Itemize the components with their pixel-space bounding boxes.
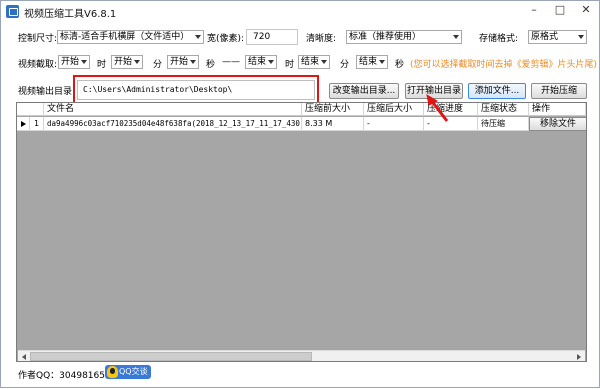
sec-label-2: 秒 bbox=[395, 60, 405, 70]
column-header-filename[interactable]: 文件名 bbox=[44, 103, 302, 116]
chevron-down-icon bbox=[190, 60, 196, 64]
end-sec-value: 结束 bbox=[359, 57, 378, 67]
end-sec-select[interactable]: 结束 bbox=[356, 55, 388, 69]
qq-chat-label: QQ交谈 bbox=[119, 367, 148, 376]
title-bar: 视频压缩工具V6.8.1 – □ ✕ bbox=[1, 1, 599, 23]
hour-label-2: 时 bbox=[285, 60, 295, 70]
row-pointer-icon bbox=[21, 121, 26, 127]
open-output-dir-button[interactable]: 打开输出目录 bbox=[405, 83, 463, 99]
window-title: 视频压缩工具V6.8.1 bbox=[24, 9, 117, 20]
column-header-progress[interactable]: 压缩进度 bbox=[424, 103, 478, 116]
end-min-select[interactable]: 结束 bbox=[298, 55, 330, 69]
width-field[interactable]: 720 bbox=[246, 29, 298, 45]
chevron-down-icon bbox=[268, 60, 274, 64]
author-qq-text: 作者QQ：3049816538 bbox=[18, 371, 117, 381]
table-header: 文件名 压缩前大小 压缩后大小 压缩进度 压缩状态 操作 bbox=[17, 103, 586, 116]
start-min-select[interactable]: 开始 bbox=[111, 55, 143, 69]
output-dir-label: 视频输出目录: bbox=[18, 87, 76, 97]
remove-file-button[interactable]: 移除文件 bbox=[529, 117, 586, 131]
start-sec-select[interactable]: 开始 bbox=[167, 55, 199, 69]
chevron-down-icon bbox=[195, 35, 201, 39]
scroll-left-icon[interactable] bbox=[19, 352, 29, 361]
close-icon[interactable]: ✕ bbox=[573, 1, 599, 19]
end-hour-select[interactable]: 结束 bbox=[245, 55, 277, 69]
chevron-down-icon bbox=[321, 60, 327, 64]
end-min-value: 结束 bbox=[301, 57, 320, 67]
clip-hint-text: (您可以选择截取时间去掉《爱剪辑》片头片尾) bbox=[410, 60, 598, 70]
row-index: 1 bbox=[30, 117, 44, 131]
clarity-select[interactable]: 标准（推荐使用） bbox=[346, 30, 462, 44]
app-icon bbox=[6, 5, 19, 18]
row-filename: da9a4996c03acf710235d04e48f638fa(2018_12… bbox=[44, 117, 302, 131]
file-list-table: 文件名 压缩前大小 压缩后大小 压缩进度 压缩状态 操作 1 da9a4996c… bbox=[16, 102, 587, 362]
start-sec-value: 开始 bbox=[170, 57, 189, 67]
column-header-size-before[interactable]: 压缩前大小 bbox=[302, 103, 364, 116]
start-min-value: 开始 bbox=[114, 57, 133, 67]
row-size-before: 8.33 M bbox=[302, 117, 364, 131]
scrollbar-thumb[interactable] bbox=[30, 352, 312, 361]
app-window: 视频压缩工具V6.8.1 – □ ✕ 控制尺寸: 标清-适合手机横屏（文件适中）… bbox=[0, 0, 600, 388]
minimize-icon[interactable]: – bbox=[521, 1, 547, 19]
format-select-value: 原格式 bbox=[531, 32, 559, 42]
chevron-down-icon bbox=[578, 35, 584, 39]
clarity-label: 清晰度: bbox=[306, 34, 337, 44]
hour-label: 时 bbox=[97, 60, 107, 70]
sec-label: 秒 bbox=[206, 60, 216, 70]
highlight-box bbox=[73, 75, 319, 104]
range-dash: —— bbox=[222, 57, 240, 67]
min-label: 分 bbox=[153, 60, 163, 70]
chevron-down-icon bbox=[134, 60, 140, 64]
start-hour-select[interactable]: 开始 bbox=[58, 55, 90, 69]
size-select[interactable]: 标清-适合手机横屏（文件适中） bbox=[57, 30, 204, 44]
size-label: 控制尺寸: bbox=[18, 34, 58, 44]
start-compress-button[interactable]: 开始压缩 bbox=[531, 83, 587, 99]
row-selector[interactable] bbox=[17, 117, 30, 131]
qq-chat-button[interactable]: QQ交谈 bbox=[105, 365, 151, 379]
row-progress: - bbox=[424, 117, 478, 131]
column-header-status[interactable]: 压缩状态 bbox=[478, 103, 529, 116]
scroll-right-icon[interactable] bbox=[574, 352, 584, 361]
end-hour-value: 结束 bbox=[248, 57, 267, 67]
row-status: 待压缩 bbox=[478, 117, 529, 131]
min-label-2: 分 bbox=[340, 60, 350, 70]
horizontal-scrollbar[interactable] bbox=[18, 350, 585, 361]
clarity-select-value: 标准（推荐使用） bbox=[349, 32, 422, 42]
header-corner bbox=[17, 103, 44, 116]
width-label: 宽(像素): bbox=[207, 34, 245, 44]
clip-label: 视频截取: bbox=[18, 60, 58, 70]
chevron-down-icon bbox=[453, 35, 459, 39]
size-select-value: 标清-适合手机横屏（文件适中） bbox=[60, 32, 190, 42]
maximize-icon[interactable]: □ bbox=[547, 1, 573, 19]
add-file-button[interactable]: 添加文件... bbox=[468, 83, 526, 99]
change-output-dir-button[interactable]: 改变输出目录... bbox=[329, 83, 399, 99]
start-hour-value: 开始 bbox=[61, 57, 80, 67]
qq-penguin-icon bbox=[107, 366, 118, 378]
column-header-size-after[interactable]: 压缩后大小 bbox=[364, 103, 424, 116]
row-size-after: - bbox=[364, 117, 424, 131]
format-select[interactable]: 原格式 bbox=[528, 30, 587, 44]
table-row[interactable]: 1 da9a4996c03acf710235d04e48f638fa(2018_… bbox=[17, 117, 586, 131]
column-header-action[interactable]: 操作 bbox=[529, 103, 586, 116]
format-label: 存储格式: bbox=[479, 34, 519, 44]
chevron-down-icon bbox=[81, 60, 87, 64]
chevron-down-icon bbox=[379, 60, 385, 64]
